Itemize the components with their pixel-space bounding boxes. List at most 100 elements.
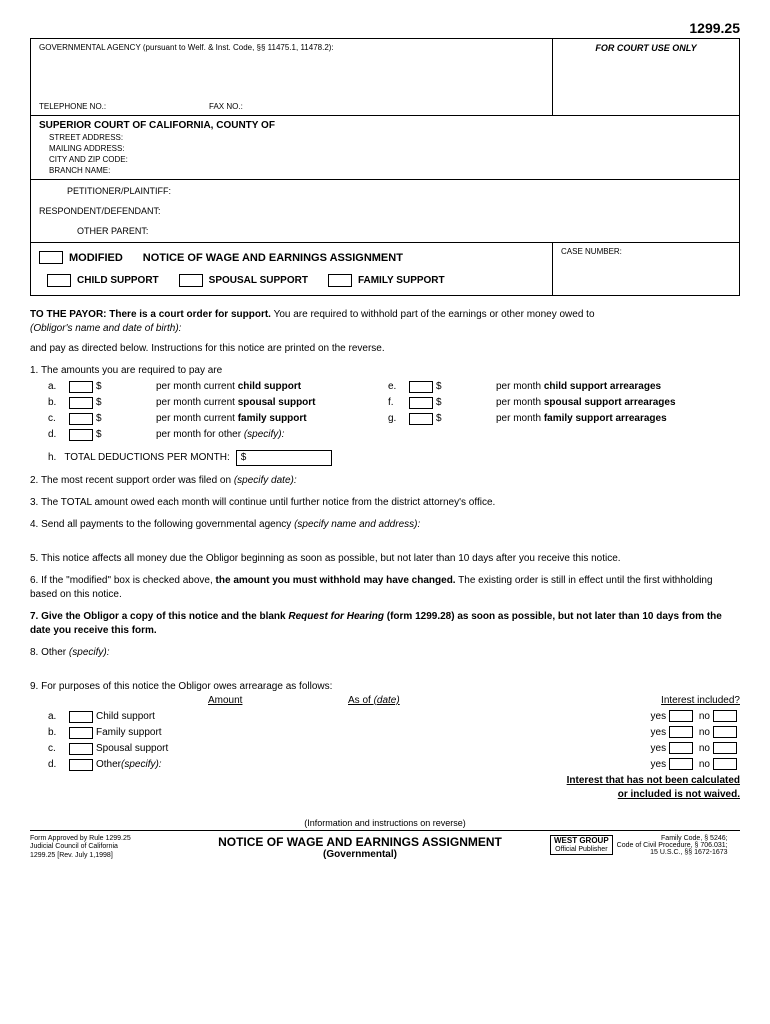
item1e-letter: e. bbox=[388, 380, 406, 394]
total-box[interactable]: $ bbox=[236, 450, 332, 466]
west-sub: Official Publisher bbox=[554, 846, 609, 854]
footer-code1: Family Code, § 5246; bbox=[617, 835, 728, 842]
arr-d-no: no bbox=[699, 759, 710, 770]
petitioner-label: PETITIONER/PLAINTIFF: bbox=[67, 186, 731, 196]
arr-other-checkbox[interactable] bbox=[69, 759, 93, 771]
child-support-checkbox[interactable] bbox=[47, 274, 71, 287]
item1a-bold: child support bbox=[238, 381, 301, 392]
num-6: 6. bbox=[30, 575, 38, 586]
item1f-checkbox[interactable] bbox=[409, 397, 433, 409]
court-use-label: FOR COURT USE ONLY bbox=[553, 39, 739, 115]
agency-label: GOVERNMENTAL AGENCY (pursuant to Welf. &… bbox=[39, 43, 544, 52]
pay-directed: and pay as directed below. Instructions … bbox=[30, 342, 740, 356]
arr-c-no: no bbox=[699, 743, 710, 754]
arr-b-no-cb[interactable] bbox=[713, 726, 737, 738]
item9-text: For purposes of this notice the Obligor … bbox=[41, 681, 332, 692]
item8-italic: (specify): bbox=[69, 647, 110, 658]
arr-a-no: no bbox=[699, 711, 710, 722]
item1-text: The amounts you are required to pay are bbox=[41, 365, 222, 376]
body-content: TO THE PAYOR: There is a court order for… bbox=[30, 308, 740, 802]
arr-family-label: Family support bbox=[96, 726, 162, 740]
notice-title: NOTICE OF WAGE AND EARNINGS ASSIGNMENT bbox=[143, 252, 403, 264]
item1c-text: per month current bbox=[156, 413, 238, 424]
footer-sub: (Governmental) bbox=[170, 849, 550, 860]
arr-b-no: no bbox=[699, 727, 710, 738]
arr-family-checkbox[interactable] bbox=[69, 727, 93, 739]
num-8: 8. bbox=[30, 647, 38, 658]
arr-a-yes-cb[interactable] bbox=[669, 710, 693, 722]
footer-code3: 15 U.S.C., §§ 1672-1673 bbox=[617, 849, 728, 856]
arr-d-yes-cb[interactable] bbox=[669, 758, 693, 770]
asof-italic: (date) bbox=[374, 695, 400, 706]
arr-c-yes-cb[interactable] bbox=[669, 742, 693, 754]
footer-approved: Form Approved by Rule 1299.25 bbox=[30, 835, 170, 843]
arr-b-yes-cb[interactable] bbox=[669, 726, 693, 738]
item1b-dollar: $ bbox=[96, 396, 156, 410]
item1f-dollar: $ bbox=[436, 396, 496, 410]
arr-d-no-cb[interactable] bbox=[713, 758, 737, 770]
arr-b: b. bbox=[48, 726, 66, 740]
arr-a-no-cb[interactable] bbox=[713, 710, 737, 722]
item1b-text: per month current bbox=[156, 397, 238, 408]
item7a: Give the Obligor a copy of this notice a… bbox=[41, 611, 288, 622]
num-5: 5. bbox=[30, 553, 38, 564]
item2-text: The most recent support order was filed … bbox=[41, 475, 234, 486]
num-2: 2. bbox=[30, 475, 38, 486]
item7b: Request for Hearing bbox=[288, 611, 384, 622]
modified-label: MODIFIED bbox=[69, 252, 123, 264]
arr-child-label: Child support bbox=[96, 710, 155, 724]
arr-c: c. bbox=[48, 742, 66, 756]
branch-name-label: BRANCH NAME: bbox=[49, 166, 731, 175]
child-support-label: CHILD SUPPORT bbox=[77, 275, 159, 286]
num-4: 4. bbox=[30, 519, 38, 530]
item1g-text: per month bbox=[496, 413, 544, 424]
payor-intro-rest: You are required to withhold part of the… bbox=[271, 309, 595, 320]
footer-code2: Code of Civil Procedure, § 706.031; bbox=[617, 842, 728, 849]
item1b-checkbox[interactable] bbox=[69, 397, 93, 409]
arr-c-yes: yes bbox=[651, 743, 667, 754]
amount-header: Amount bbox=[208, 694, 348, 708]
item1g-checkbox[interactable] bbox=[409, 413, 433, 425]
spousal-support-checkbox[interactable] bbox=[179, 274, 203, 287]
modified-checkbox[interactable] bbox=[39, 251, 63, 264]
city-zip-label: CITY AND ZIP CODE: bbox=[49, 155, 731, 164]
num-9: 9. bbox=[30, 681, 38, 692]
arr-child-checkbox[interactable] bbox=[69, 711, 93, 723]
item1c-bold: family support bbox=[238, 413, 307, 424]
item1b-letter: b. bbox=[48, 396, 66, 410]
fax-label: FAX NO.: bbox=[209, 102, 243, 111]
interest-note2: or included is not waived. bbox=[618, 789, 740, 800]
item1e-checkbox[interactable] bbox=[409, 381, 433, 393]
interest-note1: Interest that has not been calculated bbox=[567, 775, 740, 786]
respondent-label: RESPONDENT/DEFENDANT: bbox=[39, 206, 731, 216]
item1d-italic: (specify): bbox=[244, 429, 285, 440]
item1c-letter: c. bbox=[48, 412, 66, 426]
interest-header: Interest included? bbox=[488, 694, 740, 708]
telephone-label: TELEPHONE NO.: bbox=[39, 102, 209, 111]
item1e-dollar: $ bbox=[436, 380, 496, 394]
asof-header: As of bbox=[348, 695, 374, 706]
arr-spousal-checkbox[interactable] bbox=[69, 743, 93, 755]
item1a-checkbox[interactable] bbox=[69, 381, 93, 393]
footer-rev: 1299.25 [Rev. July 1,1998] bbox=[30, 852, 170, 860]
arr-d: d. bbox=[48, 758, 66, 772]
item1a-letter: a. bbox=[48, 380, 66, 394]
arr-other-label: Other bbox=[96, 758, 121, 772]
item1c-checkbox[interactable] bbox=[69, 413, 93, 425]
footer-info: (Information and instructions on reverse… bbox=[30, 818, 740, 828]
street-address-label: STREET ADDRESS: bbox=[49, 133, 731, 142]
num-7: 7. bbox=[30, 611, 38, 622]
item2-italic: (specify date): bbox=[234, 475, 297, 486]
item5-text: This notice affects all money due the Ob… bbox=[41, 553, 621, 564]
item1g-bold: family support arrearages bbox=[544, 413, 667, 424]
item8-text: Other bbox=[41, 647, 69, 658]
num-3: 3. bbox=[30, 497, 38, 508]
arr-c-no-cb[interactable] bbox=[713, 742, 737, 754]
num-1: 1. bbox=[30, 365, 38, 376]
item1a-dollar: $ bbox=[96, 380, 156, 394]
arr-b-yes: yes bbox=[651, 727, 667, 738]
case-number-label: CASE NUMBER: bbox=[553, 243, 739, 295]
item1g-dollar: $ bbox=[436, 412, 496, 426]
item1d-checkbox[interactable] bbox=[69, 429, 93, 441]
family-support-checkbox[interactable] bbox=[328, 274, 352, 287]
